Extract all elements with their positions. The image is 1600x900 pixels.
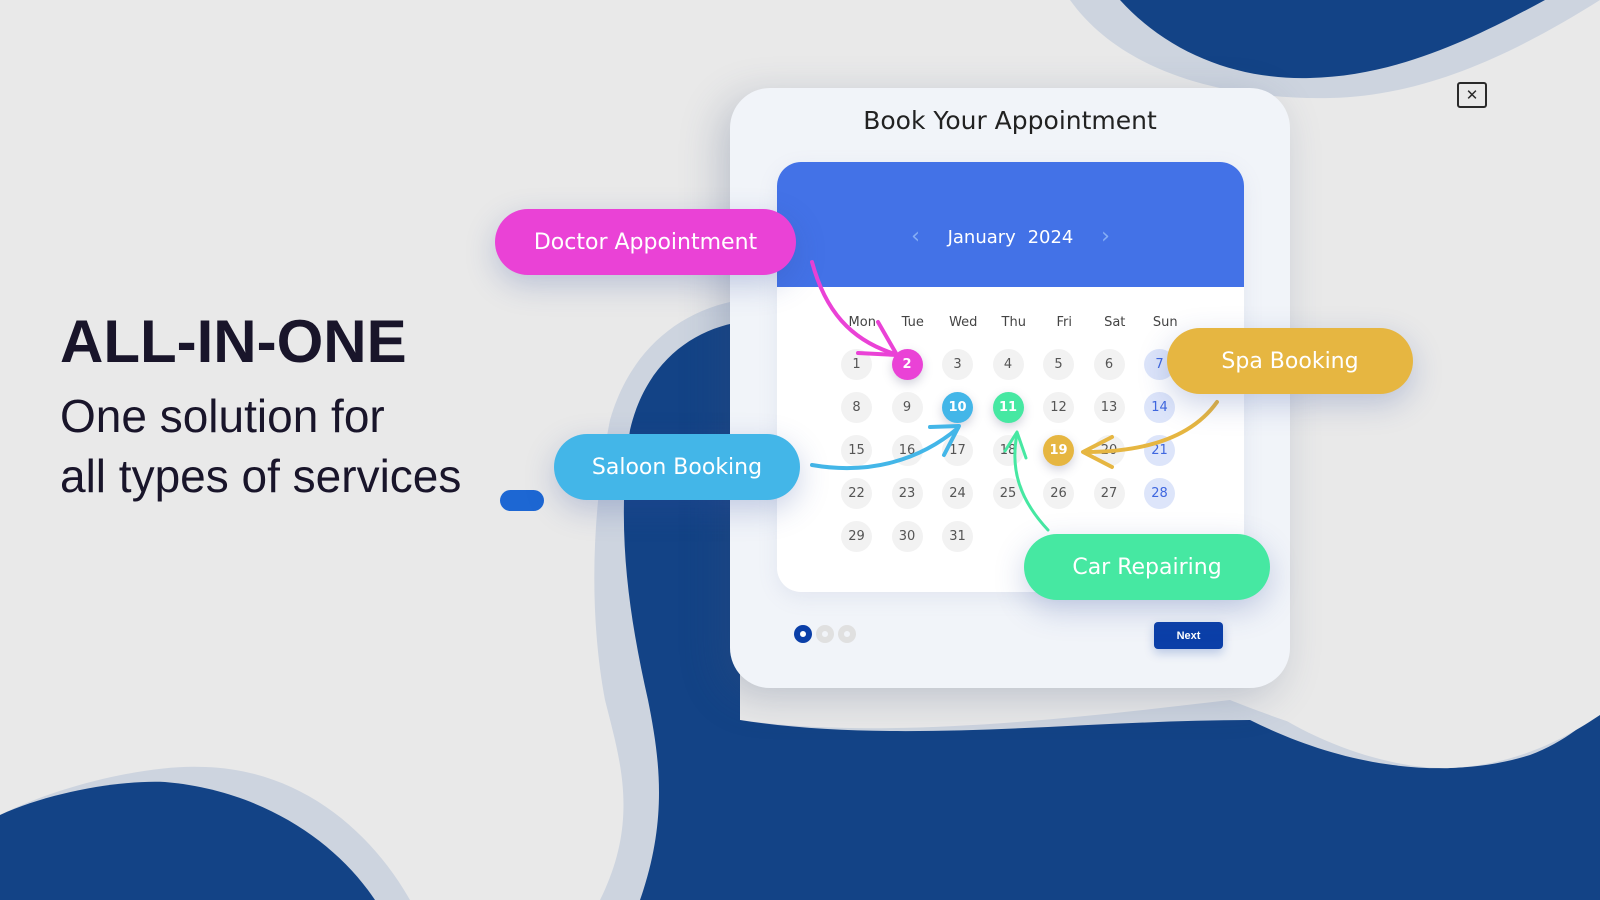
calendar-day[interactable]: 22 bbox=[841, 478, 872, 509]
calendar-day[interactable]: 12 bbox=[1043, 392, 1074, 423]
calendar-header: ‹ January 2024 › bbox=[777, 162, 1244, 287]
calendar-day[interactable]: 14 bbox=[1144, 392, 1175, 423]
calendar-day[interactable]: 29 bbox=[841, 521, 872, 552]
pagination-dot-3[interactable] bbox=[838, 625, 856, 643]
accent-pill-decoration bbox=[500, 490, 544, 511]
calendar-day[interactable]: 25 bbox=[992, 478, 1024, 509]
calendar-day[interactable]: 11 bbox=[992, 392, 1024, 423]
calendar-day[interactable]: 9 bbox=[891, 392, 923, 423]
calendar-day[interactable]: 16 bbox=[891, 435, 923, 466]
calendar-day[interactable]: 28 bbox=[1144, 478, 1175, 509]
calendar-day[interactable]: 8 bbox=[841, 392, 872, 423]
month-label: January bbox=[947, 226, 1016, 248]
prev-month-icon[interactable]: ‹ bbox=[896, 226, 936, 248]
month-navigation: ‹ January 2024 › bbox=[777, 226, 1244, 248]
hero-section: ALL-IN-ONE One solution for all types of… bbox=[60, 312, 461, 506]
calendar-day[interactable]: 15 bbox=[841, 435, 872, 466]
calendar-day[interactable]: 2 bbox=[891, 349, 923, 380]
calendar-day[interactable]: 23 bbox=[891, 478, 923, 509]
next-month-icon[interactable]: › bbox=[1086, 226, 1126, 248]
close-button[interactable]: ✕ bbox=[1457, 82, 1487, 108]
calendar-day[interactable]: 4 bbox=[992, 349, 1024, 380]
service-pill-spa-booking[interactable]: Spa Booking bbox=[1167, 328, 1413, 394]
weekday-row: Mon Tue Wed Thu Fri Sat Sun bbox=[837, 315, 1191, 330]
weekday-label: Mon bbox=[848, 315, 876, 330]
weekday-label: Sat bbox=[1104, 315, 1126, 330]
weekday-label: Thu bbox=[1001, 315, 1026, 330]
card-title: Book Your Appointment bbox=[863, 106, 1157, 135]
weekday-label: Fri bbox=[1056, 315, 1073, 330]
calendar-day[interactable]: 13 bbox=[1093, 392, 1125, 423]
calendar-day[interactable]: 27 bbox=[1093, 478, 1125, 509]
day-grid: 1 2 3 4 5 6 7 8 9 10 11 12 13 14 15 16 17 18 19 20 21 22 23 24 2… bbox=[841, 349, 1195, 564]
pagination-dot-1[interactable] bbox=[794, 625, 812, 643]
close-icon: ✕ bbox=[1465, 85, 1479, 104]
pagination-dots bbox=[794, 625, 856, 643]
hero-subtitle-line-2: all types of services bbox=[60, 450, 462, 502]
hero-subtitle: One solution for all types of services bbox=[60, 386, 461, 506]
calendar-day[interactable]: 18 bbox=[992, 435, 1024, 466]
month-year-label: January 2024 bbox=[936, 227, 1086, 248]
next-button[interactable]: Next bbox=[1154, 622, 1223, 649]
weekday-label: Sun bbox=[1152, 315, 1178, 330]
calendar-day[interactable]: 19 bbox=[1043, 435, 1074, 466]
calendar-day[interactable]: 31 bbox=[942, 521, 973, 552]
calendar-day[interactable]: 21 bbox=[1144, 435, 1175, 466]
calendar-day[interactable]: 10 bbox=[942, 392, 973, 423]
bg-blob-bottom-left bbox=[0, 781, 375, 900]
calendar-day[interactable]: 6 bbox=[1093, 349, 1125, 380]
calendar-day[interactable]: 26 bbox=[1043, 478, 1074, 509]
calendar-day[interactable]: 24 bbox=[942, 478, 973, 509]
weekday-label: Tue bbox=[901, 315, 924, 330]
pagination-dot-2[interactable] bbox=[816, 625, 834, 643]
calendar-day[interactable]: 5 bbox=[1043, 349, 1074, 380]
calendar-day[interactable]: 1 bbox=[841, 349, 872, 380]
calendar-day[interactable]: 3 bbox=[942, 349, 973, 380]
calendar-day[interactable]: 30 bbox=[891, 521, 923, 552]
hero-subtitle-line-1: One solution for bbox=[60, 390, 385, 442]
year-label: 2024 bbox=[1027, 226, 1074, 248]
weekday-label: Wed bbox=[949, 315, 978, 330]
service-pill-saloon-booking[interactable]: Saloon Booking bbox=[554, 434, 800, 500]
service-pill-doctor-appointment[interactable]: Doctor Appointment bbox=[495, 209, 796, 275]
hero-title: ALL-IN-ONE bbox=[60, 308, 407, 375]
calendar-day[interactable]: 20 bbox=[1093, 435, 1125, 466]
service-pill-car-repairing[interactable]: Car Repairing bbox=[1024, 534, 1270, 600]
calendar-day[interactable]: 17 bbox=[942, 435, 973, 466]
